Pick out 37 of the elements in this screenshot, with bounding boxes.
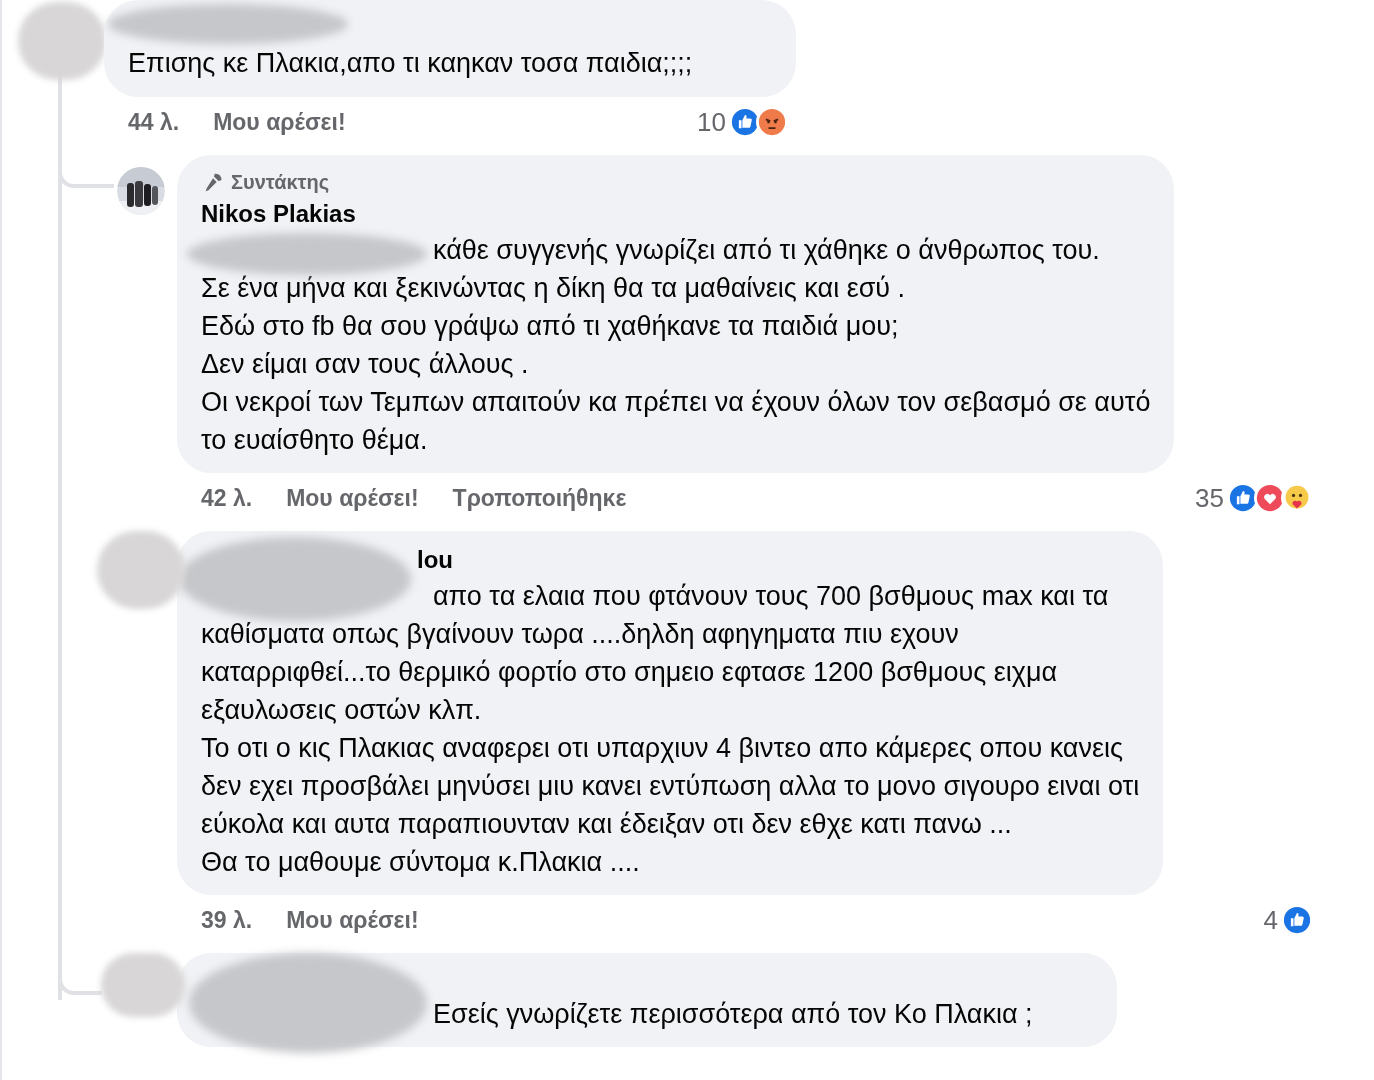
like-link[interactable]: Μου αρέσει! [286,902,419,938]
like-reaction-icon [1281,904,1313,936]
comment-text: απο τα ελαια που φτάνουν τους 700 βσθμους max και τα [433,580,1109,613]
comment-text: το ευαίσθητο θέμα. [201,424,428,457]
comment-time[interactable]: 39 λ. [201,902,253,938]
like-reaction-icon [1227,482,1259,514]
avatar[interactable] [18,2,106,80]
reaction-count[interactable]: 10 [697,102,726,142]
avatar[interactable] [101,953,185,1017]
comment-text: εύκολα και αυτα παραπιουνταν και έδειξαν οτι δεν εθχε κατι πανω ... [201,808,1012,841]
commenter-name[interactable]: Nikos Plakias [201,197,356,231]
like-reaction-icon [729,106,761,138]
author-label: Συντάκτης [231,170,330,195]
comment-text: Θα το μαθουμε σύντομα κ.Πλακια .... [201,846,640,879]
comment-text: Επισης κε Πλακια,απο τι καηκαν τοσα παιδια;;;; [128,47,693,80]
comment-text: Οι νεκροί των Τεμπων απαιτούν κα πρέπει να έχουν όλων τον σεβασμό σε αυτό [201,386,1151,419]
comment-time[interactable]: 42 λ. [201,480,253,516]
comment-text: καταρριφθεί...το θερμικό φορτίο στο σημειο εφτασε 1200 βσθμους ειχμα [201,656,1058,689]
comment-text: Εσείς γνωρίζετε περισσότερα από τον Κο Πλακια ; [433,998,1033,1031]
comment-text: κάθε συγγενής γνωρίζει από τι χάθηκε ο άνθρωπος του. [433,234,1100,267]
angry-face-icon [756,106,788,138]
comment-text: καθίσματα οπως βγαίνουν τωρα ....δηλδη αφηγηματα πιυ εχουν [201,618,959,651]
comment-text: Σε ένα μήνα και ξεκινώντας η δίκη θα τα μαθαίνεις και εσύ . [201,272,906,305]
comment-text: Δεν είμαι σαν τους άλλους . [201,348,529,381]
comment-text: εξαυλωσεις οστών κλπ. [201,694,482,727]
like-link[interactable]: Μου αρέσει! [286,480,419,516]
comment-text: δεν εχει προσβάλει μηνύσει μιυ κανει εντύπωση αλλα το μονο σιγουρο ειναι οτι [201,770,1140,803]
reaction-count[interactable]: 35 [1195,478,1224,518]
comment-text: Εδώ στο fb θα σου γράψω από τι χαθήκανε τα παιδιά μου; [201,310,899,343]
comment-time[interactable]: 44 λ. [128,104,180,140]
like-link[interactable]: Μου αρέσει! [213,104,346,140]
comment-text: Το οτι ο κις Πλακιας αναφερει οτι υπαρχιυν 4 βιντεο απο κάμερες οπου κανεις [201,732,1123,765]
edited-label: Τροποποιήθηκε [452,483,627,513]
reaction-count[interactable]: 4 [1263,900,1278,940]
commenter-name[interactable]: lou [417,543,453,577]
heart-reaction-icon [1254,482,1286,514]
avatar[interactable] [97,531,185,609]
